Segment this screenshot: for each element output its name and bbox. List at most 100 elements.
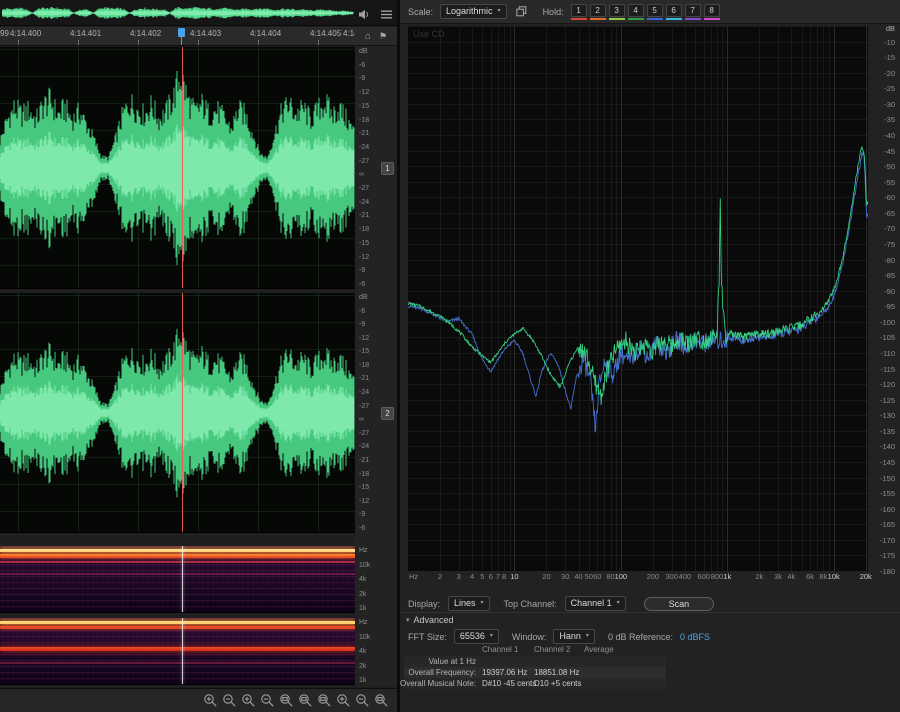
db-axis-label: -25	[884, 84, 895, 93]
copy-graph-icon[interactable]	[514, 4, 530, 20]
freq-axis-label: 10k	[828, 572, 840, 581]
chevron-down-icon: ▾	[586, 631, 589, 642]
db-axis-label: -50	[884, 162, 895, 171]
db-scale-label: -9	[359, 511, 365, 518]
top-channel-label: Top Channel:	[504, 599, 557, 609]
chevron-down-icon: ▾	[481, 598, 484, 609]
spectrogram-band	[0, 549, 355, 552]
spectrogram-band	[0, 561, 355, 563]
freq-axis-label: 200	[647, 572, 660, 581]
zoom-out-vertical-icon[interactable]	[354, 693, 370, 709]
top-channel-select[interactable]: Channel 1 ▾	[565, 596, 626, 611]
window-select[interactable]: Hann ▾	[553, 629, 595, 644]
zoom-selection-out-icon[interactable]	[316, 693, 332, 709]
freq-axis-label: 5	[480, 572, 484, 581]
scan-button[interactable]: Scan	[644, 597, 715, 611]
hold-button-5[interactable]: 5	[647, 4, 663, 20]
advanced-toggle[interactable]: ▾ Advanced	[406, 615, 454, 625]
time-ruler[interactable]: 994:14.4004:14.4014:14.4024:14.4034:14.4…	[0, 27, 355, 46]
scale-select[interactable]: Logarithmic ▾	[440, 4, 507, 19]
spectrogram-band	[0, 662, 355, 664]
time-label: 4:14.400	[10, 29, 41, 38]
db-axis-label: -70	[884, 224, 895, 233]
row-label: Overall Musical Note:	[384, 678, 476, 689]
spectrogram-band	[0, 554, 355, 558]
display-select[interactable]: Lines ▾	[448, 596, 490, 611]
freq-axis-label: 100	[615, 572, 628, 581]
hold-button-2[interactable]: 2	[590, 4, 606, 20]
hold-color-swatch	[704, 18, 720, 20]
freq-scale-label: Hz	[359, 547, 397, 554]
hold-button-1[interactable]: 1	[571, 4, 587, 20]
db-scale-label: ∞	[359, 171, 364, 178]
waveform-channel-1[interactable]	[0, 47, 355, 289]
db-scale-label: -9	[359, 75, 365, 82]
spectrogram-channel-2[interactable]	[0, 618, 355, 685]
spectrogram-channel-1[interactable]	[0, 546, 355, 613]
hold-button-3[interactable]: 3	[609, 4, 625, 20]
fft-size-select[interactable]: 65536 ▾	[454, 629, 499, 644]
db-axis-label: -150	[880, 474, 895, 483]
db-reference-value[interactable]: 0 dBFS	[680, 632, 710, 642]
channel-2-badge[interactable]: 2	[381, 407, 394, 420]
channel-1-badge[interactable]: 1	[381, 162, 394, 175]
hold-button-7[interactable]: 7	[685, 4, 701, 20]
db-axis-label: -20	[884, 69, 895, 78]
playhead-line	[182, 47, 183, 288]
hold-button-8[interactable]: 8	[704, 4, 720, 20]
frequency-plot[interactable]: Use CD	[408, 26, 868, 571]
row-value: 18851.08 Hz	[534, 667, 579, 678]
hold-button-4[interactable]: 4	[628, 4, 644, 20]
zoom-in-horizontal-icon[interactable]	[240, 693, 256, 709]
zoom-selection-in-icon[interactable]	[278, 693, 294, 709]
db-axis-label: -100	[880, 318, 895, 327]
advanced-label: Advanced	[414, 615, 454, 625]
zoom-in-vertical-icon[interactable]	[335, 693, 351, 709]
zoom-out-icon[interactable]	[221, 693, 237, 709]
db-scale-label: -12	[359, 335, 369, 342]
zoom-selection-icon[interactable]	[297, 693, 313, 709]
freq-axis-label: 8	[502, 572, 506, 581]
frequency-plot-graphic	[408, 26, 868, 571]
menu-icon[interactable]	[378, 6, 394, 22]
db-axis-label: -110	[881, 349, 895, 358]
waveform-channel-2[interactable]	[0, 293, 355, 533]
db-axis-label: -135	[880, 427, 895, 436]
db-scale-label: -27	[359, 185, 369, 192]
chevron-down-icon: ▾	[406, 616, 410, 624]
time-label: 4:14.404	[250, 29, 281, 38]
display-controls-row: Display: Lines ▾ Top Channel: Channel 1 …	[408, 596, 714, 611]
db-scale-label: -27	[359, 430, 369, 437]
freq-scale-label: 1k	[359, 605, 397, 612]
top-channel-select-value: Channel 1	[571, 598, 612, 609]
zoom-out-horizontal-icon[interactable]	[259, 693, 275, 709]
freq-axis-label: 60	[593, 572, 601, 581]
time-label: 4:14.405	[310, 29, 341, 38]
time-label: 4:14.403	[190, 29, 221, 38]
column-header: Channel 2	[534, 645, 570, 654]
db-scale-label: -18	[359, 362, 369, 369]
chevron-down-icon: ▾	[498, 6, 501, 17]
spectrogram-band	[0, 626, 355, 629]
column-header: Channel 1	[482, 645, 518, 654]
db-scale-label: -27	[359, 403, 369, 410]
frequency-analysis-header: Scale: Logarithmic ▾ Hold: 12345678	[400, 0, 900, 24]
freq-axis-label: 600	[697, 572, 710, 581]
freq-axis-label: 400	[679, 572, 692, 581]
freq-scale-label: 2k	[359, 591, 397, 598]
hold-button-6[interactable]: 6	[666, 4, 682, 20]
zoom-full-icon[interactable]	[373, 693, 389, 709]
playhead-handle[interactable]	[178, 28, 185, 37]
marker-icon[interactable]: ⚑	[379, 31, 387, 42]
db-scale-label: -24	[359, 443, 369, 450]
db-scale-label: -27	[359, 158, 369, 165]
db-axis-label: -160	[880, 505, 895, 514]
row-value: D10 +5 cents	[534, 678, 581, 689]
db-axis: dB-10-15-20-25-30-35-40-45-50-55-60-65-7…	[870, 26, 898, 578]
volume-icon[interactable]	[356, 6, 372, 22]
plot-watermark: Use CD	[413, 29, 445, 39]
overview-strip[interactable]	[0, 0, 397, 26]
db-scale-label: -18	[359, 471, 369, 478]
zoom-in-icon[interactable]	[202, 693, 218, 709]
home-icon[interactable]: ⌂	[365, 31, 371, 42]
